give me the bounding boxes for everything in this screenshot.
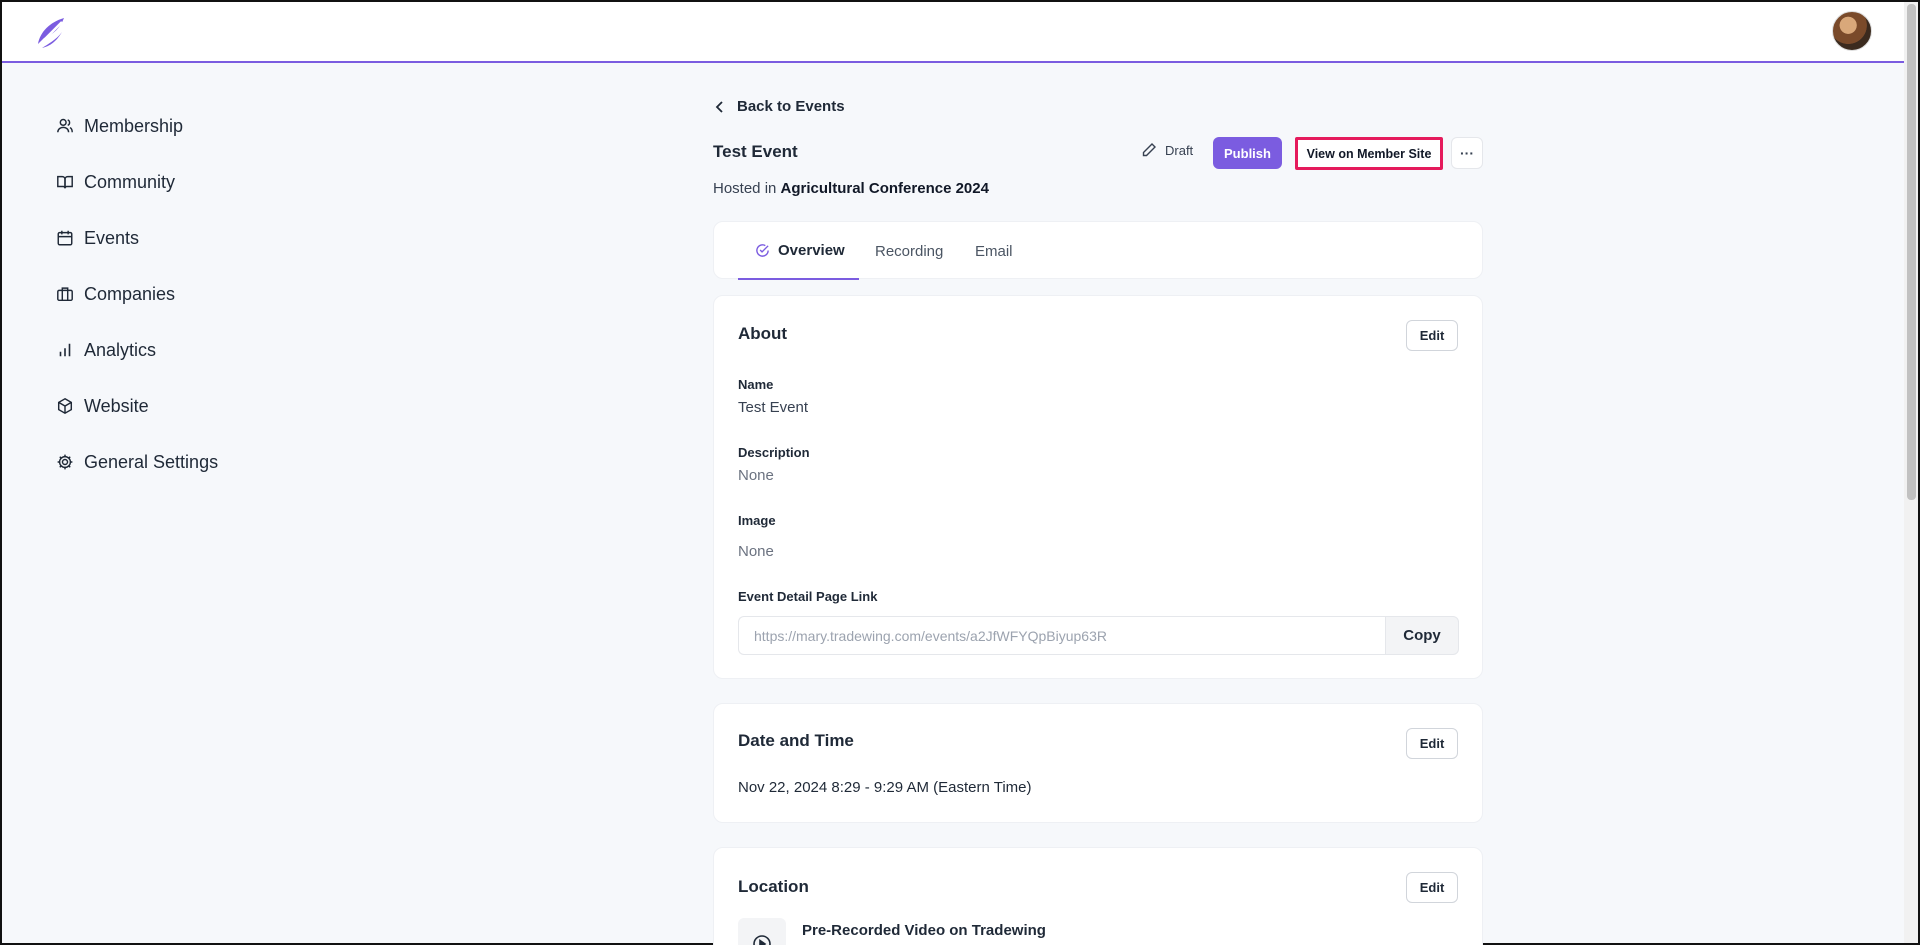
hosted-prefix: Hosted in <box>713 180 777 197</box>
description-value: None <box>738 467 774 484</box>
sidebar: Membership Community Events Companies An… <box>56 98 356 490</box>
location-type-label: Pre-Recorded Video on Tradewing <box>802 922 1046 939</box>
sidebar-item-label: General Settings <box>84 451 219 472</box>
location-edit-button[interactable]: Edit <box>1406 872 1458 903</box>
tab-email[interactable]: Email <box>975 222 1013 280</box>
sidebar-item-companies[interactable]: Companies <box>56 266 356 322</box>
back-to-events-link[interactable]: Back to Events <box>713 98 845 115</box>
sidebar-item-label: Analytics <box>84 339 157 360</box>
hosted-conference-name: Agricultural Conference 2024 <box>780 180 989 197</box>
description-label: Description <box>738 445 810 460</box>
tabs-bar: Overview Recording Email <box>713 221 1483 280</box>
about-edit-button[interactable]: Edit <box>1406 320 1458 351</box>
sidebar-item-general-settings[interactable]: General Settings <box>56 434 356 490</box>
view-on-member-site-button[interactable]: View on Member Site <box>1295 137 1443 170</box>
scrollbar-thumb[interactable] <box>1907 4 1916 500</box>
check-circle-icon <box>756 243 769 257</box>
sidebar-item-label: Website <box>84 395 149 416</box>
book-icon <box>57 175 73 189</box>
scrollbar[interactable] <box>1904 2 1918 943</box>
tab-overview[interactable]: Overview <box>738 222 859 280</box>
image-value: None <box>738 543 774 560</box>
tab-label: Overview <box>778 241 845 259</box>
chevron-left-icon <box>715 100 723 113</box>
location-title: Location <box>738 877 809 896</box>
date-time-value: Nov 22, 2024 8:29 - 9:29 AM (Eastern Tim… <box>738 779 1032 796</box>
sidebar-item-label: Membership <box>84 115 184 136</box>
tab-label: Recording <box>875 242 944 260</box>
draft-label: Draft <box>1165 142 1194 158</box>
briefcase-icon <box>57 287 73 302</box>
image-label: Image <box>738 513 776 528</box>
leaf-logo-icon[interactable] <box>32 14 68 50</box>
sidebar-item-label: Events <box>84 227 140 248</box>
more-options-button[interactable]: ··· <box>1451 137 1483 169</box>
tab-recording[interactable]: Recording <box>875 222 943 280</box>
date-time-title: Date and Time <box>738 731 854 750</box>
about-title: About <box>738 324 788 343</box>
calendar-icon <box>57 230 73 246</box>
name-label: Name <box>738 377 774 392</box>
event-link-label: Event Detail Page Link <box>738 589 878 604</box>
top-bar <box>2 2 1906 63</box>
play-icon <box>738 918 786 945</box>
draft-status-button[interactable]: Draft <box>1141 142 1193 158</box>
sidebar-item-label: Community <box>84 171 176 192</box>
sidebar-item-label: Companies <box>84 283 176 304</box>
date-time-edit-button[interactable]: Edit <box>1406 728 1458 759</box>
publish-button[interactable]: Publish <box>1213 137 1282 169</box>
sidebar-item-website[interactable]: Website <box>56 378 356 434</box>
pencil-icon <box>1142 143 1156 157</box>
gear-icon <box>57 454 73 470</box>
date-time-card: Date and Time Edit Nov 22, 2024 8:29 - 9… <box>713 703 1483 823</box>
cube-icon <box>57 397 73 415</box>
tab-label: Email <box>975 242 1013 260</box>
users-icon <box>57 118 73 133</box>
location-card: Location Edit Pre-Recorded Video on Trad… <box>713 847 1483 945</box>
event-link-field[interactable] <box>738 616 1385 655</box>
user-avatar[interactable] <box>1832 11 1872 51</box>
bar-chart-icon <box>59 343 71 357</box>
about-card: About Edit Name Test Event Description N… <box>713 295 1483 679</box>
hosted-in-text: Hosted in Agricultural Conference 2024 <box>713 180 989 197</box>
sidebar-item-community[interactable]: Community <box>56 154 356 210</box>
copy-link-button[interactable]: Copy <box>1385 616 1459 655</box>
sidebar-item-membership[interactable]: Membership <box>56 98 356 154</box>
sidebar-item-events[interactable]: Events <box>56 210 356 266</box>
name-value: Test Event <box>738 399 809 416</box>
page-title: Test Event <box>713 142 798 161</box>
back-label: Back to Events <box>737 98 845 115</box>
sidebar-item-analytics[interactable]: Analytics <box>56 322 356 378</box>
